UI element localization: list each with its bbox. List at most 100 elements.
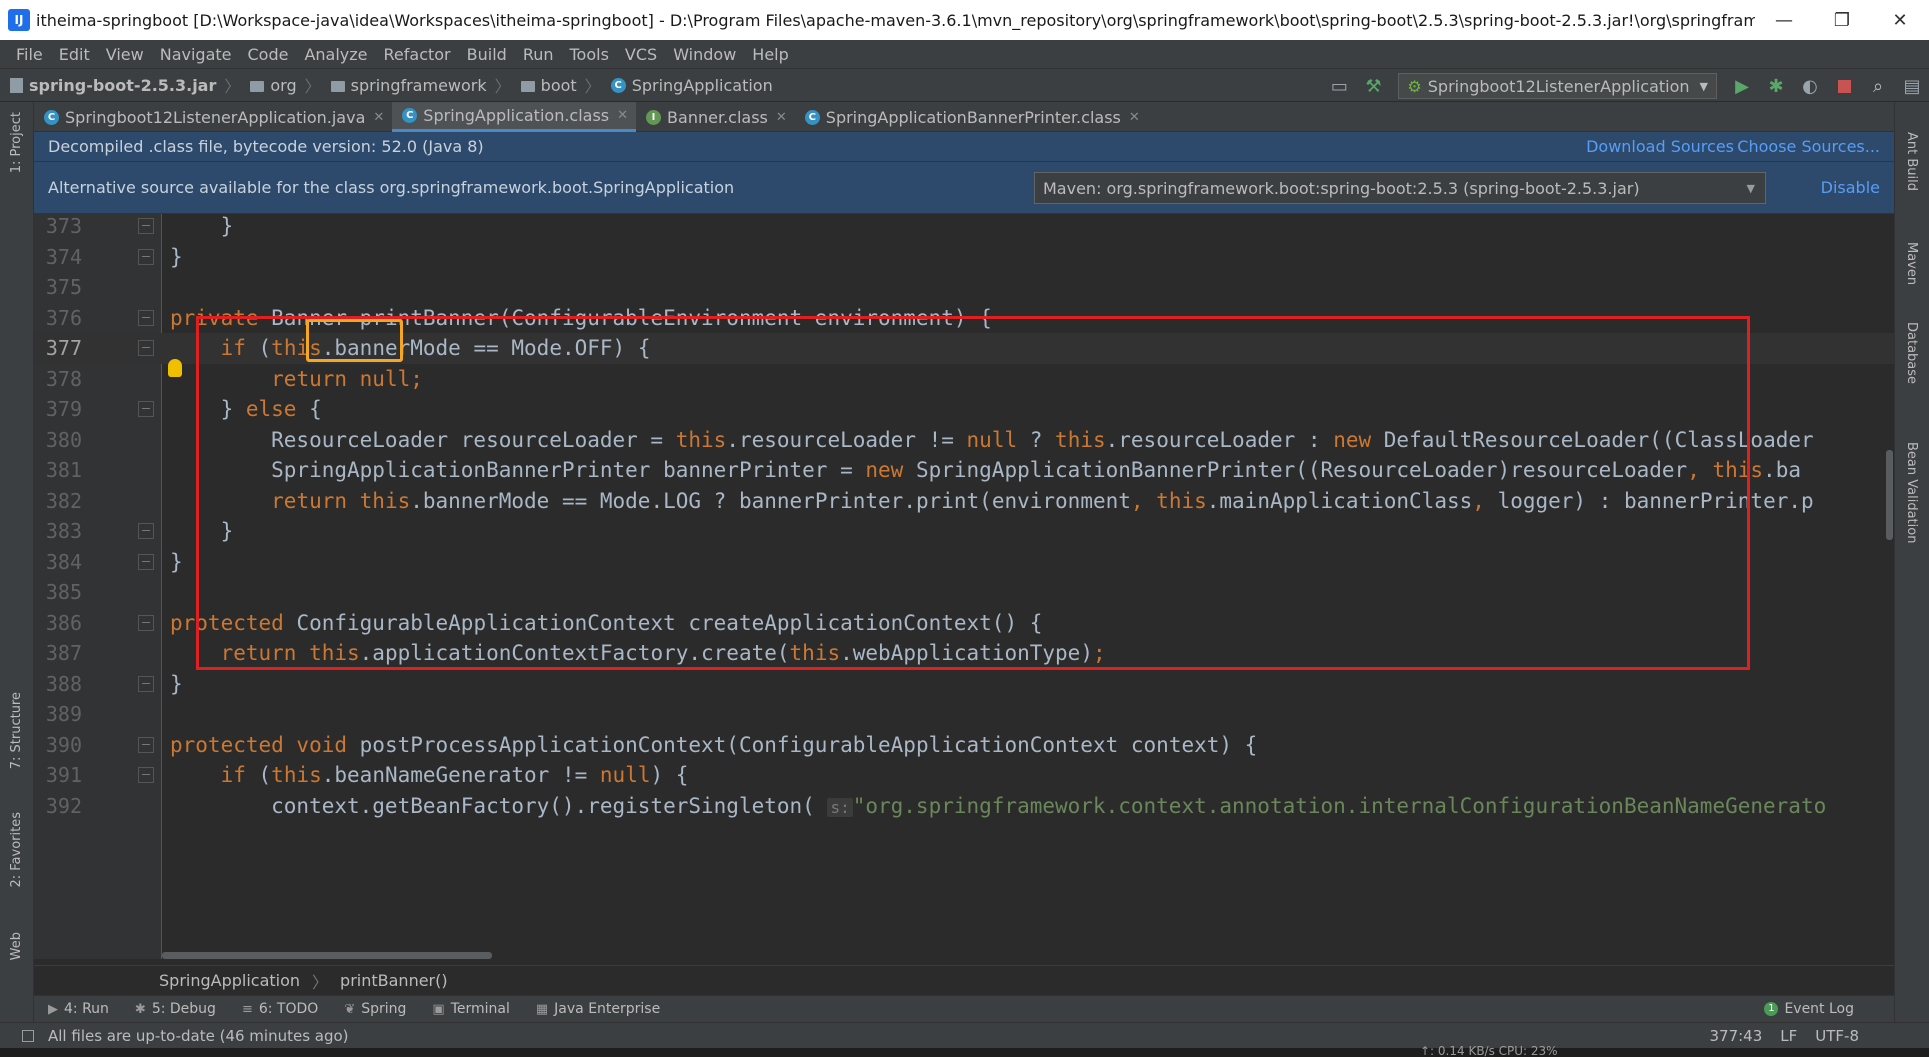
close-window-button[interactable]: ✕ [1871, 10, 1929, 31]
menu-build[interactable]: Build [459, 45, 515, 64]
run-configuration-select[interactable]: ⚙ Springboot12ListenerApplication ▼ [1398, 73, 1717, 99]
code-line[interactable]: 376 private Banner printBanner(Configurab… [34, 303, 1894, 334]
line-number[interactable]: 387 [34, 641, 82, 665]
code-line[interactable]: 382 return this.bannerMode == Mode.LOG ?… [34, 486, 1894, 517]
code-line[interactable]: 381 SpringApplicationBannerPrinter banne… [34, 455, 1894, 486]
line-number[interactable]: 381 [34, 458, 82, 482]
caret-position[interactable]: 377:43 [1709, 1027, 1762, 1045]
close-icon[interactable]: ✕ [617, 108, 628, 123]
lightbulb-icon[interactable] [168, 359, 182, 377]
line-number[interactable]: 375 [34, 275, 82, 299]
code-line[interactable]: 390 protected void postProcessApplication… [34, 730, 1894, 761]
fold-marker-icon[interactable] [138, 309, 154, 326]
menu-view[interactable]: View [98, 45, 152, 64]
menu-help[interactable]: Help [744, 45, 796, 64]
tool-window-java-enterprise[interactable]: ▦ Java Enterprise [536, 1001, 660, 1017]
code-editor[interactable]: 373 } 374} 375 376 private Banner printBanne… [34, 214, 1894, 959]
project-structure-icon[interactable]: ▭ [1327, 74, 1351, 98]
menu-file[interactable]: File [8, 45, 51, 64]
line-number[interactable]: 379 [34, 397, 82, 421]
build-hammer-icon[interactable]: ⚒ [1361, 74, 1385, 98]
tab-banner[interactable]: I Banner.class ✕ [636, 102, 795, 132]
tool-tab-web[interactable]: Web [9, 932, 24, 960]
tab-springapplication[interactable]: C SpringApplication.class ✕ [392, 102, 637, 132]
menu-edit[interactable]: Edit [51, 45, 98, 64]
fold-marker-icon[interactable] [138, 401, 154, 418]
code-line[interactable]: 380 ResourceLoader resourceLoader = this… [34, 425, 1894, 456]
line-number[interactable]: 390 [34, 733, 82, 757]
layout-icon[interactable]: ▤ [1900, 74, 1924, 98]
code-line[interactable]: 389 [34, 699, 1894, 730]
stop-icon[interactable] [1832, 74, 1856, 98]
run-icon[interactable]: ▶ [1730, 74, 1754, 98]
tool-tab-favorites[interactable]: 2: Favorites [9, 812, 24, 888]
code-line[interactable]: 386 protected ConfigurableApplicationCont… [34, 608, 1894, 639]
tool-tab-database[interactable]: Database [1904, 322, 1919, 384]
close-icon[interactable]: ✕ [1129, 110, 1140, 125]
menu-refactor[interactable]: Refactor [376, 45, 459, 64]
fold-marker-icon[interactable] [138, 675, 154, 692]
fold-marker-icon[interactable] [138, 523, 154, 540]
breadcrumb-boot[interactable]: boot 〉 [520, 73, 601, 97]
fold-marker-icon[interactable] [138, 614, 154, 631]
coverage-icon[interactable]: ◐ [1798, 74, 1822, 98]
tool-window-spring[interactable]: ❦ Spring [344, 1001, 406, 1017]
code-line[interactable]: 375 [34, 272, 1894, 303]
restore-button[interactable]: ❐ [1813, 10, 1871, 31]
fold-marker-icon[interactable] [138, 248, 154, 265]
breadcrumb-jar[interactable]: spring-boot-2.5.3.jar 〉 [10, 73, 240, 97]
code-breadcrumb-method[interactable]: printBanner() [340, 971, 448, 990]
line-number[interactable]: 384 [34, 550, 82, 574]
disable-link[interactable]: Disable [1821, 178, 1880, 197]
line-number[interactable]: 374 [34, 245, 82, 269]
tool-tab-bean-validation[interactable]: Bean Validation [1904, 442, 1919, 543]
menu-code[interactable]: Code [240, 45, 297, 64]
line-number[interactable]: 392 [34, 794, 82, 818]
menu-window[interactable]: Window [665, 45, 744, 64]
line-number[interactable]: 385 [34, 580, 82, 604]
code-line[interactable]: 384} [34, 547, 1894, 578]
fold-marker-icon[interactable] [138, 218, 154, 235]
tool-window-run[interactable]: ▶ 4: Run [48, 1001, 109, 1017]
menu-navigate[interactable]: Navigate [152, 45, 240, 64]
breadcrumb-springapplication[interactable]: C SpringApplication [610, 76, 773, 95]
line-number[interactable]: 391 [34, 763, 82, 787]
tab-springapplicationbannerprinter[interactable]: C SpringApplicationBannerPrinter.class ✕ [795, 102, 1148, 132]
debug-icon[interactable]: ✱ [1764, 74, 1788, 98]
horizontal-scrollbar[interactable] [162, 952, 492, 959]
line-number[interactable]: 376 [34, 306, 82, 330]
fold-marker-icon[interactable] [138, 340, 154, 357]
minimize-button[interactable]: — [1755, 10, 1813, 31]
code-line[interactable]: 385 [34, 577, 1894, 608]
tab-springboot12listenerapplication[interactable]: C Springboot12ListenerApplication.java ✕ [34, 102, 392, 132]
tool-tab-project[interactable]: 1: Project [9, 112, 24, 173]
alternative-source-select[interactable]: Maven: org.springframework.boot:spring-b… [1034, 172, 1766, 204]
line-separator[interactable]: LF [1780, 1027, 1797, 1045]
tool-window-event-log[interactable]: 1 Event Log [1764, 1001, 1854, 1017]
tool-tab-ant-build[interactable]: Ant Build [1904, 132, 1919, 191]
tool-tab-structure[interactable]: 7: Structure [9, 692, 24, 769]
line-number[interactable]: 382 [34, 489, 82, 513]
fold-marker-icon[interactable] [138, 553, 154, 570]
code-line[interactable]: 378 return null; [34, 364, 1894, 395]
line-number[interactable]: 389 [34, 702, 82, 726]
line-number[interactable]: 388 [34, 672, 82, 696]
close-icon[interactable]: ✕ [776, 110, 787, 125]
line-number[interactable]: 383 [34, 519, 82, 543]
line-number[interactable]: 386 [34, 611, 82, 635]
code-line[interactable]: 373 } [34, 214, 1894, 242]
code-line[interactable]: 392 context.getBeanFactory().registerSin… [34, 791, 1894, 822]
download-sources-link[interactable]: Download Sources [1586, 137, 1734, 156]
menu-vcs[interactable]: VCS [617, 45, 665, 64]
line-number[interactable]: 377 [34, 336, 82, 360]
choose-sources-link[interactable]: Choose Sources... [1737, 137, 1880, 156]
status-square-icon[interactable] [22, 1029, 34, 1042]
code-line[interactable]: 383 } [34, 516, 1894, 547]
breadcrumb-org[interactable]: org 〉 [250, 73, 321, 97]
line-number[interactable]: 373 [34, 214, 82, 238]
tool-window-terminal[interactable]: ▣ Terminal [432, 1001, 509, 1017]
menu-run[interactable]: Run [515, 45, 562, 64]
fold-marker-icon[interactable] [138, 736, 154, 753]
close-icon[interactable]: ✕ [373, 110, 384, 125]
fold-marker-icon[interactable] [138, 767, 154, 784]
